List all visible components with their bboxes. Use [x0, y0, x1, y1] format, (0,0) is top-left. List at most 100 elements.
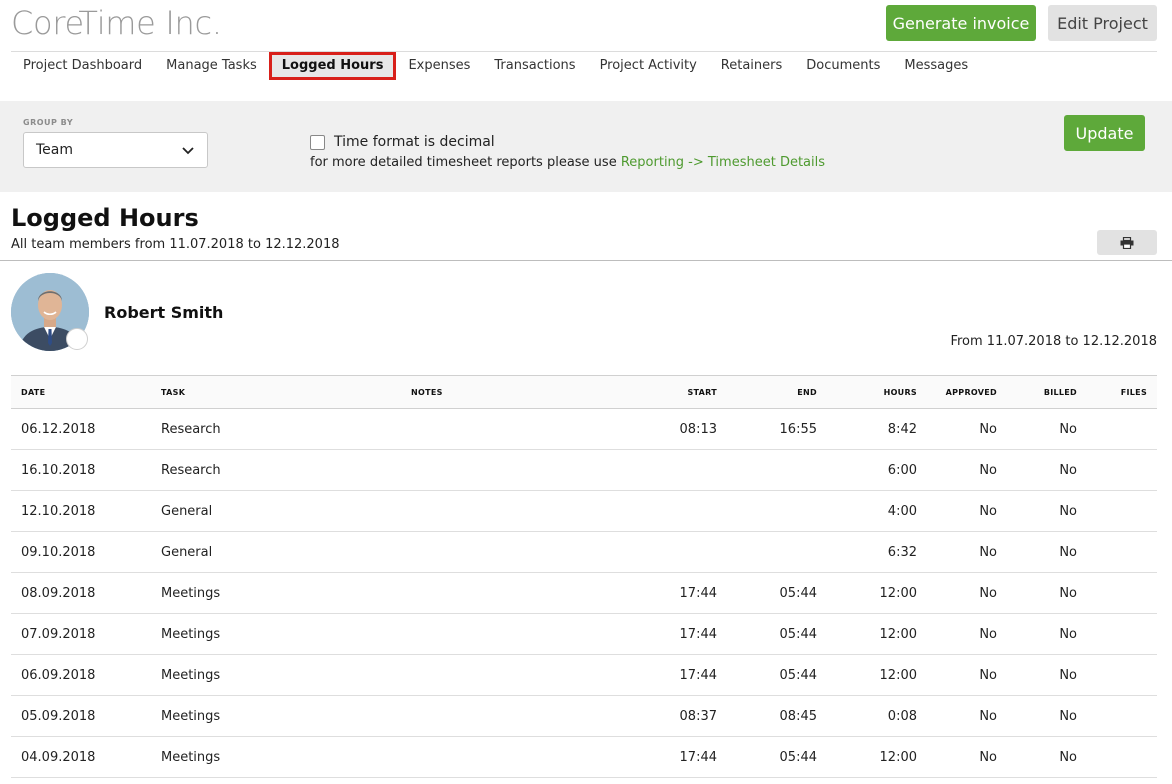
- cell-approved: No: [927, 572, 1007, 614]
- cell-approved: No: [927, 531, 1007, 573]
- cell-billed: No: [1007, 695, 1087, 737]
- cell-date: 07.09.2018: [11, 613, 151, 655]
- table-row[interactable]: 06.09.2018 Meetings 17:44 05:44 12:00 No…: [11, 654, 1157, 696]
- cell-hours[interactable]: 12:00: [827, 613, 927, 655]
- cell-files: [1087, 408, 1157, 450]
- cell-hours[interactable]: 12:00: [827, 572, 927, 614]
- table-row[interactable]: 07.09.2018 Meetings 17:44 05:44 12:00 No…: [11, 613, 1157, 655]
- cell-approved: No: [927, 490, 1007, 532]
- cell-hours[interactable]: 0:08: [827, 695, 927, 737]
- cell-billed: No: [1007, 449, 1087, 491]
- tab-manage-tasks[interactable]: Manage Tasks: [154, 52, 269, 80]
- cell-task: Research: [151, 408, 401, 450]
- tab-transactions[interactable]: Transactions: [482, 52, 587, 80]
- cell-start: 08:13: [641, 408, 727, 450]
- cell-files: [1087, 449, 1157, 491]
- col-notes[interactable]: NOTES: [401, 375, 641, 409]
- cell-start: [641, 490, 727, 532]
- cell-billed: No: [1007, 408, 1087, 450]
- cell-notes: [401, 449, 641, 491]
- cell-billed: No: [1007, 736, 1087, 778]
- tab-expenses[interactable]: Expenses: [396, 52, 482, 80]
- cell-notes: [401, 736, 641, 778]
- cell-date: 06.09.2018: [11, 654, 151, 696]
- table-row[interactable]: 04.09.2018 Meetings 17:44 05:44 12:00 No…: [11, 736, 1157, 778]
- tab-logged-hours[interactable]: Logged Hours: [268, 52, 397, 80]
- member-date-range: From 11.07.2018 to 12.12.2018: [950, 334, 1157, 349]
- group-by-label: GROUP BY: [23, 118, 74, 127]
- cell-end: 05:44: [727, 654, 827, 696]
- update-button[interactable]: Update: [1064, 115, 1145, 151]
- cell-start: 17:44: [641, 736, 727, 778]
- timesheet-details-link[interactable]: Reporting -> Timesheet Details: [621, 155, 825, 170]
- chevron-down-icon: [182, 147, 194, 155]
- cell-task: Research: [151, 449, 401, 491]
- cell-end: 05:44: [727, 613, 827, 655]
- cell-approved: No: [927, 613, 1007, 655]
- logged-hours-table: DATE TASK NOTES START END HOURS APPROVED…: [11, 375, 1157, 778]
- table-row[interactable]: 12.10.2018 General 4:00 No No: [11, 490, 1157, 532]
- cell-hours[interactable]: 6:00: [827, 449, 927, 491]
- cell-end: 05:44: [727, 736, 827, 778]
- cell-hours[interactable]: 6:32: [827, 531, 927, 573]
- table-row[interactable]: 16.10.2018 Research 6:00 No No: [11, 449, 1157, 491]
- tab-messages[interactable]: Messages: [892, 52, 980, 80]
- cell-date: 16.10.2018: [11, 449, 151, 491]
- print-button[interactable]: [1097, 230, 1157, 255]
- tab-project-activity[interactable]: Project Activity: [588, 52, 709, 80]
- tab-documents[interactable]: Documents: [794, 52, 892, 80]
- table-row[interactable]: 08.09.2018 Meetings 17:44 05:44 12:00 No…: [11, 572, 1157, 614]
- decimal-format-checkbox[interactable]: [310, 135, 325, 150]
- col-files[interactable]: FILES: [1087, 375, 1157, 409]
- cell-date: 05.09.2018: [11, 695, 151, 737]
- status-indicator: [66, 328, 88, 350]
- timesheet-hint: for more detailed timesheet reports plea…: [310, 155, 825, 170]
- tab-project-dashboard[interactable]: Project Dashboard: [11, 52, 154, 80]
- cell-start: 08:37: [641, 695, 727, 737]
- cell-start: 17:44: [641, 613, 727, 655]
- cell-approved: No: [927, 408, 1007, 450]
- cell-notes: [401, 695, 641, 737]
- cell-notes: [401, 613, 641, 655]
- cell-hours[interactable]: 4:00: [827, 490, 927, 532]
- table-row[interactable]: 09.10.2018 General 6:32 No No: [11, 531, 1157, 573]
- generate-invoice-button[interactable]: Generate invoice: [886, 5, 1036, 41]
- cell-task: Meetings: [151, 736, 401, 778]
- col-approved[interactable]: APPROVED: [927, 375, 1007, 409]
- cell-start: 17:44: [641, 572, 727, 614]
- cell-notes: [401, 572, 641, 614]
- col-start[interactable]: START: [641, 375, 727, 409]
- cell-approved: No: [927, 736, 1007, 778]
- cell-billed: No: [1007, 572, 1087, 614]
- edit-project-button[interactable]: Edit Project: [1048, 5, 1157, 41]
- cell-hours[interactable]: 8:42: [827, 408, 927, 450]
- col-date[interactable]: DATE: [11, 375, 151, 409]
- col-task[interactable]: TASK: [151, 375, 401, 409]
- cell-task: Meetings: [151, 695, 401, 737]
- cell-hours[interactable]: 12:00: [827, 654, 927, 696]
- cell-end: [727, 490, 827, 532]
- col-end[interactable]: END: [727, 375, 827, 409]
- cell-notes: [401, 654, 641, 696]
- cell-end: [727, 531, 827, 573]
- print-icon: [1120, 236, 1134, 249]
- group-by-select[interactable]: Team: [23, 132, 208, 168]
- cell-approved: No: [927, 695, 1007, 737]
- cell-billed: No: [1007, 613, 1087, 655]
- tab-retainers[interactable]: Retainers: [709, 52, 794, 80]
- cell-task: Meetings: [151, 572, 401, 614]
- cell-approved: No: [927, 654, 1007, 696]
- table-row[interactable]: 06.12.2018 Research 08:13 16:55 8:42 No …: [11, 408, 1157, 450]
- page-title: Logged Hours: [11, 204, 199, 232]
- cell-files: [1087, 654, 1157, 696]
- col-billed[interactable]: BILLED: [1007, 375, 1087, 409]
- section-divider: [0, 260, 1172, 261]
- table-row[interactable]: 05.09.2018 Meetings 08:37 08:45 0:08 No …: [11, 695, 1157, 737]
- filter-bar: GROUP BY Team Time format is decimal for…: [0, 101, 1172, 192]
- cell-task: Meetings: [151, 654, 401, 696]
- cell-notes: [401, 408, 641, 450]
- cell-hours[interactable]: 12:00: [827, 736, 927, 778]
- cell-date: 04.09.2018: [11, 736, 151, 778]
- col-hours[interactable]: HOURS: [827, 375, 927, 409]
- cell-date: 12.10.2018: [11, 490, 151, 532]
